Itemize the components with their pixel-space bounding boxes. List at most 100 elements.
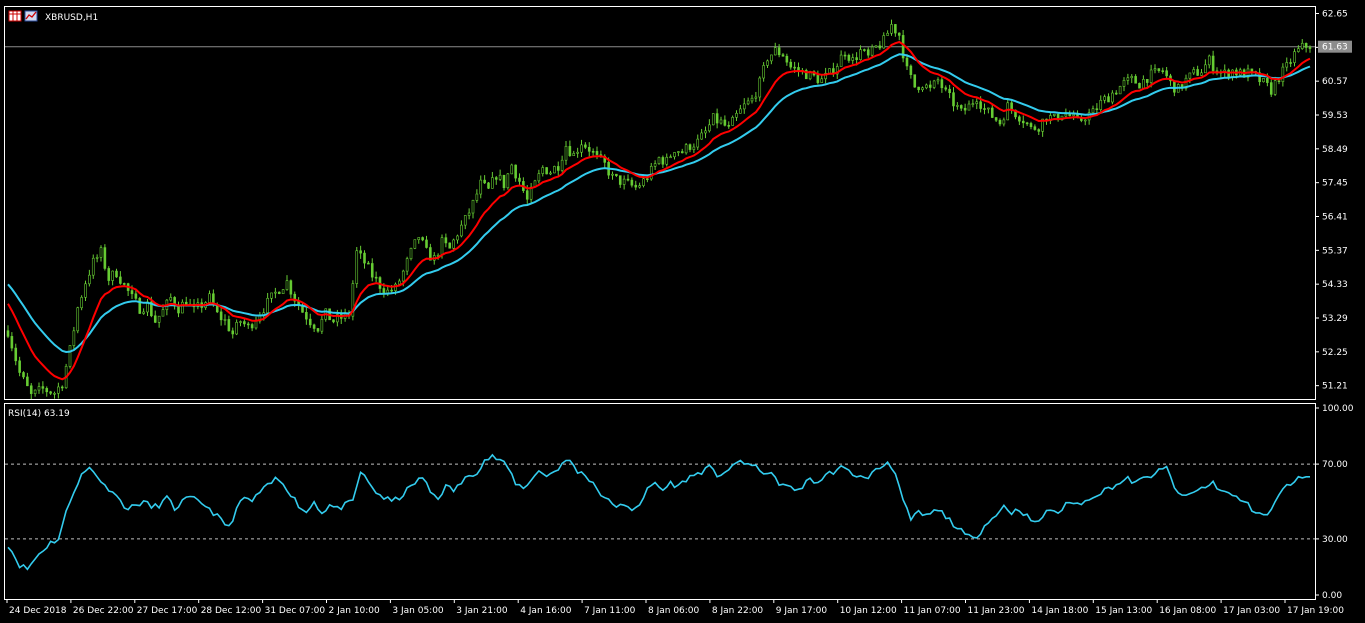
candle-body bbox=[944, 87, 948, 90]
candle-body bbox=[894, 24, 897, 34]
candle-body bbox=[401, 270, 405, 282]
time-tick-label: 3 Jan 21:00 bbox=[456, 606, 508, 616]
candle-body bbox=[502, 174, 506, 189]
current-price-label: 61.63 bbox=[1318, 40, 1352, 53]
candle-body bbox=[905, 57, 909, 67]
candle-body bbox=[770, 54, 773, 62]
time-tick-label: 8 Jan 06:00 bbox=[648, 606, 700, 616]
time-tick-label: 11 Jan 07:00 bbox=[904, 606, 961, 616]
candle-body bbox=[398, 280, 401, 285]
candle-body bbox=[355, 250, 359, 284]
candle-body bbox=[568, 146, 572, 156]
price-tick-label: 56.41 bbox=[1322, 213, 1348, 223]
candle-body bbox=[626, 178, 630, 181]
candle-body bbox=[665, 156, 669, 165]
candle-body bbox=[227, 319, 231, 332]
candle-body bbox=[1262, 78, 1265, 83]
candle-body bbox=[1006, 102, 1010, 121]
time-tick-label: 27 Dec 17:00 bbox=[137, 606, 198, 616]
candle-body bbox=[1107, 96, 1110, 103]
candle-body bbox=[723, 119, 727, 126]
candle-body bbox=[948, 88, 951, 93]
candle-body bbox=[928, 84, 932, 88]
candle-body bbox=[1304, 43, 1308, 48]
candle-body bbox=[921, 87, 924, 91]
candle-body bbox=[1149, 69, 1153, 83]
candle-body bbox=[657, 157, 661, 164]
price-tick-label: 60.57 bbox=[1322, 77, 1348, 87]
candle-body bbox=[1297, 48, 1300, 52]
candle-body bbox=[208, 293, 211, 303]
candle-body bbox=[684, 144, 688, 154]
candle-body bbox=[680, 151, 684, 154]
rsi-tick-label: 30.00 bbox=[1322, 535, 1348, 545]
candle-body bbox=[425, 239, 428, 248]
price-tick-label: 55.37 bbox=[1322, 246, 1348, 256]
candle-body bbox=[1122, 80, 1126, 87]
candle-body bbox=[646, 178, 649, 181]
candle-body bbox=[750, 97, 754, 102]
rsi-indicator-label: RSI(14) 63.19 bbox=[8, 409, 70, 419]
price-tick-label: 51.21 bbox=[1322, 382, 1348, 392]
candle-body bbox=[998, 119, 1002, 125]
candle-body bbox=[545, 167, 548, 175]
candle-body bbox=[1273, 80, 1277, 95]
candle-body bbox=[618, 175, 622, 185]
candle-body bbox=[1052, 113, 1056, 116]
candle-body bbox=[281, 289, 285, 294]
candle-body bbox=[952, 92, 955, 107]
candle-body bbox=[177, 305, 180, 314]
candle-body bbox=[742, 103, 746, 110]
candle-body bbox=[107, 268, 111, 281]
candle-body bbox=[157, 315, 161, 323]
candle-body bbox=[758, 77, 762, 98]
candle-body bbox=[316, 328, 320, 332]
candle-body bbox=[847, 55, 851, 61]
candle-body bbox=[630, 179, 634, 186]
candle-body bbox=[1037, 129, 1041, 132]
candle-body bbox=[130, 290, 134, 295]
candle-body bbox=[479, 179, 483, 195]
candle-body bbox=[553, 166, 556, 174]
candle-body bbox=[460, 224, 463, 237]
candle-body bbox=[1266, 78, 1269, 83]
candle-body bbox=[33, 389, 37, 394]
candle-body bbox=[491, 177, 494, 189]
candle-body bbox=[634, 184, 638, 188]
candle-body bbox=[119, 276, 122, 284]
candle-body bbox=[839, 54, 843, 67]
price-chart[interactable]: XBRUSD,H1 62.6561.6160.5759.5358.4957.45… bbox=[0, 0, 1365, 623]
time-tick-label: 16 Jan 08:00 bbox=[1159, 606, 1216, 616]
candle-body bbox=[994, 117, 998, 121]
candle-body bbox=[487, 182, 490, 189]
candle-body bbox=[653, 163, 657, 167]
candle-body bbox=[983, 108, 986, 110]
candle-body bbox=[440, 237, 444, 256]
candle-body bbox=[231, 330, 235, 335]
candle-body bbox=[254, 320, 258, 329]
candle-body bbox=[959, 105, 963, 109]
candle-body bbox=[367, 262, 370, 265]
candle-body bbox=[1111, 92, 1114, 103]
candle-body bbox=[467, 212, 471, 216]
candle-body bbox=[560, 159, 564, 171]
candle-body bbox=[246, 323, 250, 326]
candle-body bbox=[1269, 82, 1273, 95]
candle-body bbox=[1064, 113, 1068, 117]
candle-body bbox=[274, 291, 277, 294]
candle-body bbox=[1126, 77, 1130, 81]
candle-body bbox=[1153, 68, 1157, 71]
candle-body bbox=[1192, 69, 1196, 74]
candle-body bbox=[374, 276, 378, 279]
candle-body bbox=[1033, 126, 1037, 130]
candle-body bbox=[76, 307, 80, 332]
candle-body bbox=[95, 257, 99, 259]
candle-body bbox=[1025, 122, 1029, 125]
chart-icon bbox=[24, 10, 38, 22]
candle-body bbox=[1204, 64, 1207, 74]
candle-body bbox=[727, 125, 731, 127]
candle-body bbox=[1308, 47, 1312, 49]
candle-body bbox=[859, 49, 862, 61]
candle-body bbox=[987, 107, 990, 110]
candle-body bbox=[789, 61, 793, 68]
